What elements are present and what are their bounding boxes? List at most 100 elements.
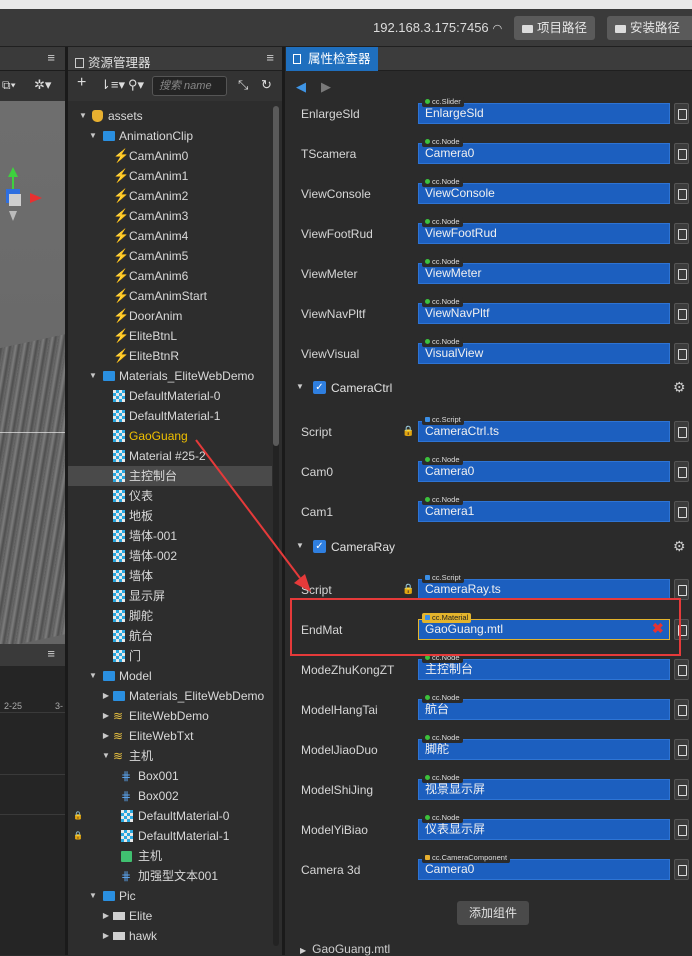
tree-item[interactable]: ▶ Elite: [68, 906, 272, 926]
chevron-right-icon[interactable]: ▶: [101, 906, 111, 926]
pick-node-button[interactable]: [674, 263, 689, 284]
pick-node-button[interactable]: [674, 421, 689, 442]
refresh-icon[interactable]: ↻: [261, 77, 272, 93]
tree-item[interactable]: ⋕ Box001: [68, 766, 272, 786]
search-input[interactable]: 搜索 name: [152, 76, 227, 96]
enabled-checkbox[interactable]: ✓: [313, 540, 326, 553]
chevron-right-icon[interactable]: ▶: [101, 686, 111, 706]
footer-asset-preview[interactable]: ▶ GaoGuang.mtl: [300, 942, 390, 956]
transform-gizmo-icon[interactable]: [0, 163, 50, 223]
tree-item[interactable]: ⚡ CamAnim1: [68, 166, 272, 186]
pick-node-button[interactable]: [674, 699, 689, 720]
tree-item[interactable]: ⚡ EliteBtnR: [68, 346, 272, 366]
tree-item[interactable]: ▶ Materials_EliteWebDemo: [68, 686, 272, 706]
project-path-button[interactable]: 项目路径: [514, 16, 596, 40]
tree-item[interactable]: 显示屏: [68, 586, 272, 606]
tree-item[interactable]: ▼ Materials_EliteWebDemo: [68, 366, 272, 386]
add-component-button[interactable]: 添加组件: [457, 901, 529, 925]
tree-item[interactable]: 地板: [68, 506, 272, 526]
chevron-right-icon[interactable]: ▶: [101, 706, 111, 726]
collapse-icon[interactable]: ⤡: [238, 77, 248, 93]
scroll-thumb[interactable]: [273, 106, 279, 446]
tree-item[interactable]: 墙体-001: [68, 526, 272, 546]
add-icon[interactable]: +: [77, 74, 86, 92]
gear-icon[interactable]: ⚙: [673, 538, 686, 555]
pick-node-button[interactable]: [674, 343, 689, 364]
tree-item[interactable]: ▶ ≋ EliteWebDemo: [68, 706, 272, 726]
tree-item[interactable]: ⚡ CamAnim2: [68, 186, 272, 206]
tree-item[interactable]: 主控制台: [68, 466, 272, 486]
tree-item[interactable]: 🔒 DefaultMaterial-1: [68, 826, 272, 846]
tree-item[interactable]: ⋕ 加强型文本001: [68, 866, 272, 886]
chevron-down-icon[interactable]: ▼: [101, 746, 111, 766]
pick-node-button[interactable]: [674, 501, 689, 522]
tree-item[interactable]: ▼ assets: [68, 106, 272, 126]
chevron-down-icon[interactable]: ▼: [296, 382, 304, 391]
chevron-down-icon[interactable]: ▼: [88, 366, 98, 386]
tree-item[interactable]: ⚡ CamAnim3: [68, 206, 272, 226]
tree-item[interactable]: DefaultMaterial-0: [68, 386, 272, 406]
assets-scrollbar[interactable]: [273, 106, 279, 946]
tree-item[interactable]: 墙体: [68, 566, 272, 586]
panel-divider[interactable]: [282, 47, 285, 955]
pick-node-button[interactable]: [674, 859, 689, 880]
tree-item[interactable]: ⚡ EliteBtnL: [68, 326, 272, 346]
chevron-right-icon[interactable]: ▶: [101, 926, 111, 946]
tree-item[interactable]: 脚舵: [68, 606, 272, 626]
tree-item[interactable]: DefaultMaterial-1: [68, 406, 272, 426]
component-header[interactable]: ▼ ✓ CameraRay ⚙: [286, 535, 692, 559]
timeline-panel[interactable]: 2-25 3-: [0, 666, 65, 955]
enabled-checkbox[interactable]: ✓: [313, 381, 326, 394]
gear-icon[interactable]: ⚙: [673, 379, 686, 396]
tree-item[interactable]: 主机: [68, 846, 272, 866]
chevron-right-icon[interactable]: ▶: [101, 726, 111, 746]
pick-node-button[interactable]: [674, 579, 689, 600]
tree-item[interactable]: 门: [68, 646, 272, 666]
tree-item[interactable]: ▼ ≋ 主机: [68, 746, 272, 766]
tree-item[interactable]: ▶ hawk: [68, 926, 272, 946]
tree-item[interactable]: ⚡ CamAnim6: [68, 266, 272, 286]
tree-item[interactable]: ▶ ≋ EliteWebTxt: [68, 726, 272, 746]
scene-viewport[interactable]: [0, 101, 65, 687]
tree-item[interactable]: ⋕ Box002: [68, 786, 272, 806]
pick-node-button[interactable]: [674, 819, 689, 840]
tree-item[interactable]: Material #25-2: [68, 446, 272, 466]
chevron-down-icon[interactable]: ▼: [296, 541, 304, 550]
tree-item[interactable]: ▼ AnimationClip: [68, 126, 272, 146]
tree-item[interactable]: ▼ Pic: [68, 886, 272, 906]
tree-item[interactable]: ⚡ CamAnimStart: [68, 286, 272, 306]
pick-node-button[interactable]: [674, 143, 689, 164]
scene-panel[interactable]: ≡ ⧉▾ ✲▾ ≡ 2-25 3-: [0, 47, 65, 955]
tree-item[interactable]: ▼ Model: [68, 666, 272, 686]
pick-node-button[interactable]: [674, 303, 689, 324]
menu-icon[interactable]: ≡: [47, 50, 55, 65]
settings-icon[interactable]: ✲▾: [34, 77, 51, 93]
tree-item[interactable]: ⚡ CamAnim0: [68, 146, 272, 166]
view-mode-icon[interactable]: ⧉▾: [2, 78, 16, 93]
component-header[interactable]: ▼ ✓ CameraCtrl ⚙: [286, 376, 692, 400]
tree-item[interactable]: ⚡ CamAnim4: [68, 226, 272, 246]
chevron-down-icon[interactable]: ▼: [88, 666, 98, 686]
tree-item[interactable]: ⚡ DoorAnim: [68, 306, 272, 326]
tree-item[interactable]: 航台: [68, 626, 272, 646]
pick-node-button[interactable]: [674, 461, 689, 482]
pick-node-button[interactable]: [674, 183, 689, 204]
chevron-down-icon[interactable]: ▼: [88, 886, 98, 906]
pick-node-button[interactable]: [674, 739, 689, 760]
tree-item[interactable]: 墙体-002: [68, 546, 272, 566]
tree-item[interactable]: 仪表: [68, 486, 272, 506]
tree-item[interactable]: 🔒 DefaultMaterial-0: [68, 806, 272, 826]
pick-node-button[interactable]: [674, 779, 689, 800]
search-filter-icon[interactable]: ⚲▾: [128, 77, 144, 93]
menu-icon[interactable]: ≡: [47, 646, 55, 661]
tree-item[interactable]: ⚡ CamAnim5: [68, 246, 272, 266]
pick-node-button[interactable]: [674, 223, 689, 244]
pick-node-button[interactable]: [674, 103, 689, 124]
chevron-down-icon[interactable]: ▼: [78, 106, 88, 126]
menu-icon[interactable]: ≡: [266, 50, 274, 65]
install-path-button[interactable]: 安装路径: [607, 16, 692, 40]
tree-item[interactable]: GaoGuang: [68, 426, 272, 446]
sort-icon[interactable]: ⇂≡▾: [100, 77, 125, 93]
pick-node-button[interactable]: [674, 659, 689, 680]
chevron-down-icon[interactable]: ▼: [88, 126, 98, 146]
